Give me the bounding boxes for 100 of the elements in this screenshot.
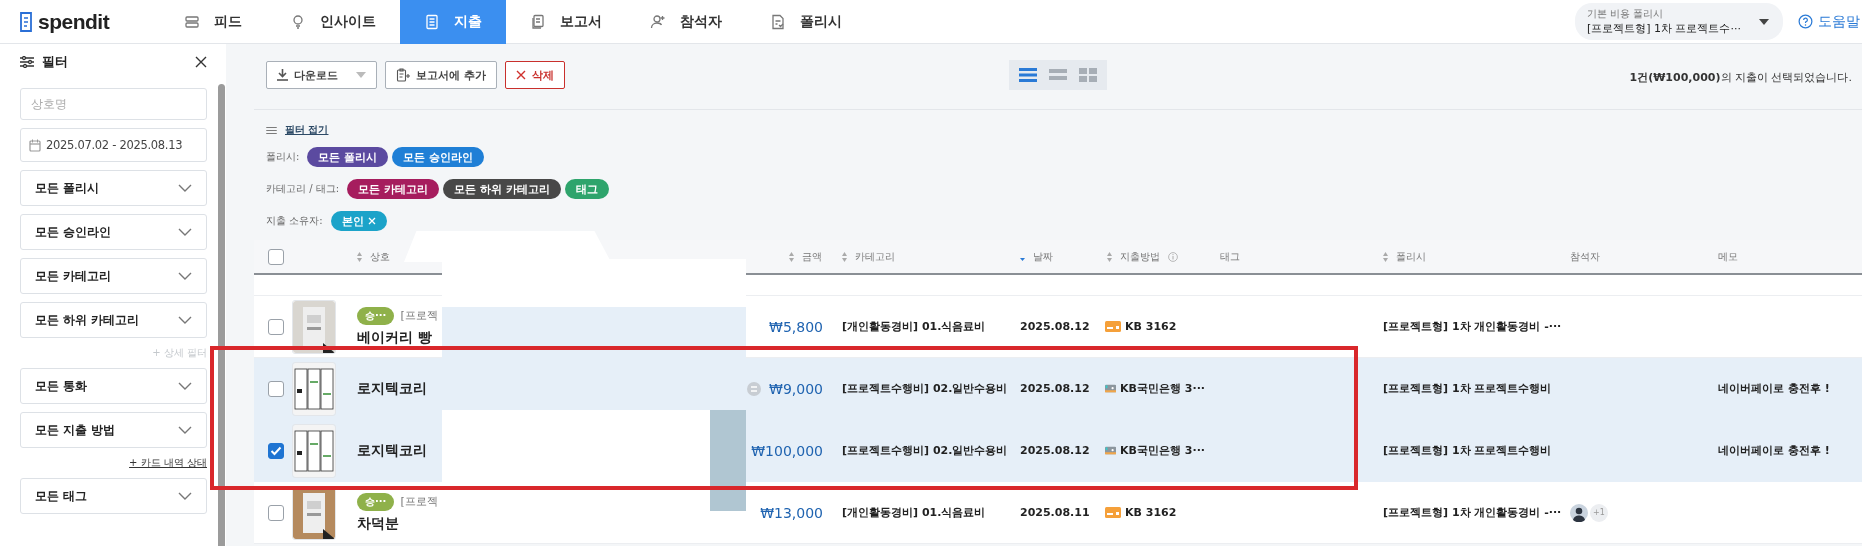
table-cell: KB국민은행 3··· [1120,381,1205,396]
table-cell: 2025.08.12 [1020,382,1090,395]
amount-cell: ₩9,000 [769,380,823,397]
sort-icon[interactable] [842,251,847,262]
row-checkbox[interactable] [268,318,284,335]
nav-tab[interactable]: 폴리시 [746,0,866,44]
card-icon [1105,445,1117,456]
grid-view-icon[interactable] [1079,68,1097,82]
filter-chip[interactable]: 모든 하위 카테고리 [442,179,561,199]
dropdown-select[interactable]: 모든 폴리시 [20,170,207,206]
table-cell: KB 3162 [1125,506,1177,519]
nav-tab[interactable]: 보고서 [506,0,626,44]
dropdown-select[interactable]: 모든 카테고리 [20,258,207,294]
chevron-down-icon [178,316,192,324]
nav-tab[interactable]: 참석자 [626,0,746,44]
card-icon [1105,507,1121,518]
collapse-filter-link[interactable]: 필터 접기 [285,123,329,137]
caret-icon [356,72,366,78]
attendee-count-badge: +1 [1590,503,1608,522]
filter-chip[interactable]: 모든 카테고리 [347,179,439,199]
logo-text: spendit [38,9,110,34]
clipboard-icon [396,68,410,82]
table-cell: [프로젝트형] 1차 프로젝트수행비 [1383,381,1552,396]
column-header: 지출방법 [1120,249,1160,264]
list-icon [184,13,200,30]
row-checkbox[interactable] [268,380,284,397]
chevron-down-icon [178,492,192,500]
amount-cell: ₩5,800 [769,318,823,335]
table-cell: [개인활동경비] 01.식음료비 [842,505,986,520]
column-header: 참석자 [1570,249,1600,264]
card-icon [1105,383,1117,394]
row-checkbox[interactable] [268,442,284,459]
pages-icon [530,13,546,30]
card-status-link[interactable]: + 카드 내역 상태 [129,456,207,470]
filter-label: 지출 소유자: [266,214,323,228]
sort-icon[interactable] [1383,251,1388,262]
report-button[interactable]: 보고서에 추가 [385,61,497,89]
scrollbar-thumb[interactable] [218,84,225,546]
delete-button[interactable]: 삭제 [504,61,565,89]
column-header: 상호 [370,249,390,264]
column-header: 태그 [1220,249,1240,264]
person-add-icon [650,13,666,30]
merchant-name: 로지텍코리 [357,441,427,460]
chevron-down-icon [178,184,192,192]
sort-icon[interactable] [357,251,362,262]
filter-label: 카테고리 / 태그: [266,182,340,196]
nav-tab[interactable]: 인사이트 [266,0,400,44]
table-cell: [프로젝트형] 1차 개인활동경비 -··· [1383,505,1562,520]
filter-chip[interactable]: 모든 폴리시 [307,147,389,167]
chevron-down-icon [178,382,192,390]
logo-icon [18,11,34,32]
close-icon [515,70,526,80]
status-badge: 승··· [357,492,395,511]
chevron-down-icon [178,272,192,280]
row-checkbox[interactable] [268,504,284,521]
avatar-icon [1570,503,1588,522]
column-header: 날짜 [1033,249,1053,264]
caret-icon [1759,18,1769,25]
download-icon [277,69,288,81]
close-icon[interactable] [195,56,207,68]
sort-icon[interactable] [789,251,794,262]
chevron-down-icon [178,426,192,434]
filter-icon [266,125,277,135]
amount-cell: ₩100,000 [751,442,823,459]
table-cell: KB국민은행 3··· [1120,443,1205,458]
policy-label: [프로젝 [400,494,438,509]
calendar-icon [29,138,41,152]
document-check-icon [770,13,786,30]
search-field[interactable]: 상호명 [20,88,207,120]
filter-chip[interactable]: 모든 승인라인 [392,147,485,167]
dropdown-select[interactable]: 모든 통화 [20,368,207,404]
compact-view-icon[interactable] [1049,68,1067,82]
selection-summary: 1건(₩100,000)의 지출이 선택되었습니다. [1629,70,1852,85]
table-cell: 2025.08.12 [1020,320,1090,333]
amount-cell: ₩13,000 [760,504,823,521]
status-badge: 승··· [357,306,395,325]
table-cell: [프로젝트수행비] 02.일반수용비 [842,443,1008,458]
table-cell: KB 3162 [1125,320,1177,333]
date-range-field[interactable]: 2025.07.02 - 2025.08.13 [20,128,207,162]
download-button[interactable]: 다운로드 [266,61,377,89]
table-cell: 네이버페이로 충전후 ! [1718,381,1830,396]
filter-label: 폴리시: [266,150,300,164]
merchant-name: 베이커리 빵 [357,328,432,347]
policy-select[interactable]: 기본 비용 폴리시 [프로젝트형] 1차 프로젝트수··· [1574,3,1783,40]
nav-tab[interactable]: 피드 [160,0,266,44]
filter-icon [20,56,34,68]
table-cell: 2025.08.12 [1020,444,1090,457]
info-icon [1168,251,1178,262]
dropdown-select[interactable]: 모든 태그 [20,478,207,514]
help-icon [1798,14,1813,29]
dropdown-select[interactable]: 모든 승인라인 [20,214,207,250]
sort-icon[interactable] [1107,251,1112,262]
policy-label: [프로젝 [400,308,438,323]
column-header: 폴리시 [1396,249,1426,264]
merchant-name: 로지텍코리 [357,379,427,398]
select-all-checkbox[interactable] [268,248,284,265]
dropdown-select[interactable]: 모든 지출 방법 [20,412,207,448]
list-view-icon[interactable] [1019,68,1037,82]
help-link[interactable]: 도움말 [1818,12,1860,31]
dropdown-select[interactable]: 모든 하위 카테고리 [20,302,207,338]
